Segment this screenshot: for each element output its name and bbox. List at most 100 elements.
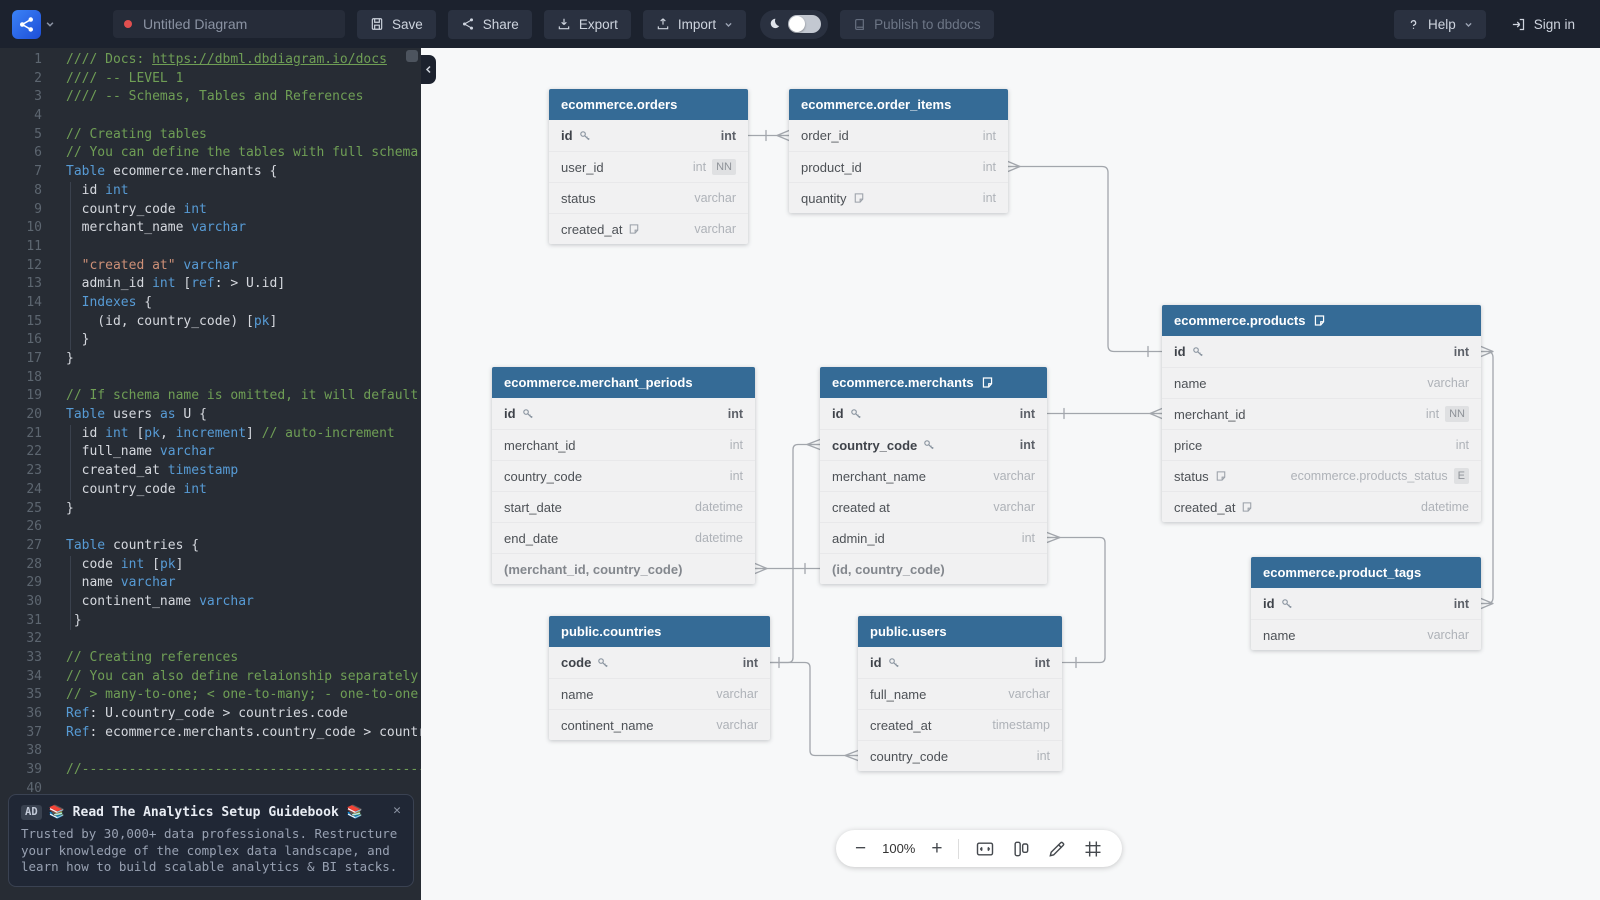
field-row-quantity[interactable]: quantityint xyxy=(789,182,1008,213)
diagram-title-field[interactable] xyxy=(113,10,345,38)
code-line[interactable] xyxy=(66,238,421,257)
zoom-out-button[interactable]: − xyxy=(855,839,866,858)
code-line[interactable]: id int [pk, increment] // auto-increment xyxy=(66,425,421,444)
field-row-start-date[interactable]: start_datedatetime xyxy=(492,491,755,522)
field-row-created-at[interactable]: created_atdatetime xyxy=(1162,491,1481,522)
highlighter-button[interactable] xyxy=(1047,839,1067,859)
code-line[interactable]: Ref: U.country_code > countries.code xyxy=(66,705,421,724)
code-line[interactable] xyxy=(66,369,421,388)
code-line[interactable]: country_code int xyxy=(66,201,421,220)
help-button[interactable]: Help xyxy=(1394,10,1486,39)
code-line[interactable]: //--------------------------------------… xyxy=(66,761,421,780)
table-ecommerce-product-tags[interactable]: ecommerce.product_tagsidintnamevarchar xyxy=(1251,557,1481,650)
table-header[interactable]: ecommerce.merchant_periods xyxy=(492,367,755,398)
code-line[interactable]: merchant_name varchar xyxy=(66,219,421,238)
table-ecommerce-orders[interactable]: ecommerce.ordersidintuser_idintNNstatusv… xyxy=(549,89,748,244)
code-line[interactable]: } xyxy=(66,612,421,631)
table-header[interactable]: ecommerce.product_tags xyxy=(1251,557,1481,588)
fit-to-screen-button[interactable] xyxy=(975,839,995,859)
table-header[interactable]: ecommerce.merchants xyxy=(820,367,1047,398)
field-row-id[interactable]: idint xyxy=(858,647,1062,678)
code-line[interactable]: // If schema name is omitted, it will de… xyxy=(66,387,421,406)
auto-arrange-button[interactable] xyxy=(1011,839,1031,859)
export-button[interactable]: Export xyxy=(544,10,631,39)
field-row-id[interactable]: idint xyxy=(492,398,755,429)
code-line[interactable] xyxy=(66,742,421,761)
code-line[interactable] xyxy=(66,630,421,649)
code-line[interactable]: Ref: ecommerce.merchants.country_code > … xyxy=(66,724,421,743)
dark-mode-toggle[interactable] xyxy=(760,10,828,39)
publish-dbdocs-button[interactable]: Publish to dbdocs xyxy=(840,10,994,39)
logo-dropdown-caret-icon[interactable] xyxy=(45,19,55,29)
code-line[interactable]: id int xyxy=(66,182,421,201)
field-row-merchant-id[interactable]: merchant_idintNN xyxy=(1162,398,1481,429)
field-row--id-country-code-[interactable]: (id, country_code) xyxy=(820,553,1047,584)
field-row-admin-id[interactable]: admin_idint xyxy=(820,522,1047,553)
diagram-canvas[interactable]: ecommerce.ordersidintuser_idintNNstatusv… xyxy=(421,48,1600,900)
table-ecommerce-merchant-periods[interactable]: ecommerce.merchant_periodsidintmerchant_… xyxy=(492,367,755,584)
frame-button[interactable] xyxy=(1083,839,1103,859)
field-row-status[interactable]: statusvarchar xyxy=(549,182,748,213)
code-line[interactable]: // You can also define relaionship separ… xyxy=(66,668,421,687)
ad-close-icon[interactable]: ✕ xyxy=(393,804,401,817)
field-row-id[interactable]: idint xyxy=(549,120,748,151)
field-row-end-date[interactable]: end_datedatetime xyxy=(492,522,755,553)
diagram-title-input[interactable] xyxy=(141,15,334,33)
code-line[interactable] xyxy=(66,107,421,126)
code-line[interactable]: //// -- LEVEL 1 xyxy=(66,70,421,89)
field-row-product-id[interactable]: product_idint xyxy=(789,151,1008,182)
field-row-code[interactable]: codeint xyxy=(549,647,770,678)
code-line[interactable]: // Creating tables xyxy=(66,126,421,145)
code-line[interactable]: admin_id int [ref: > U.id] xyxy=(66,275,421,294)
dbml-code-editor[interactable]: 1234567891011121314151617181920212223242… xyxy=(0,48,421,900)
code-line[interactable]: Table users as U { xyxy=(66,406,421,425)
code-line[interactable]: } xyxy=(66,331,421,350)
field-row-name[interactable]: namevarchar xyxy=(1162,367,1481,398)
ad-banner[interactable]: AD 📚 Read The Analytics Setup Guidebook … xyxy=(8,794,414,887)
save-button[interactable]: Save xyxy=(357,10,436,39)
field-row-user-id[interactable]: user_idintNN xyxy=(549,151,748,182)
code-line[interactable] xyxy=(66,518,421,537)
field-row--merchant-id-country-code-[interactable]: (merchant_id, country_code) xyxy=(492,553,755,584)
editor-collapse-button[interactable] xyxy=(421,55,436,84)
field-row-created-at[interactable]: created atvarchar xyxy=(820,491,1047,522)
code-line[interactable]: Indexes { xyxy=(66,294,421,313)
field-row-order-id[interactable]: order_idint xyxy=(789,120,1008,151)
field-row-created-at[interactable]: created_attimestamp xyxy=(858,709,1062,740)
field-row-merchant-id[interactable]: merchant_idint xyxy=(492,429,755,460)
field-row-id[interactable]: idint xyxy=(1162,336,1481,367)
code-line[interactable]: // > many-to-one; < one-to-many; - one-t… xyxy=(66,686,421,705)
code-line[interactable]: Table ecommerce.merchants { xyxy=(66,163,421,182)
code-line[interactable]: name varchar xyxy=(66,574,421,593)
code-line[interactable]: "created at" varchar xyxy=(66,257,421,276)
code-line[interactable]: // You can define the tables with full s… xyxy=(66,144,421,163)
field-row-full-name[interactable]: full_namevarchar xyxy=(858,678,1062,709)
ad-title[interactable]: 📚 Read The Analytics Setup Guidebook 📚 xyxy=(49,804,363,821)
table-ecommerce-merchants[interactable]: ecommerce.merchantsidintcountry_codeintm… xyxy=(820,367,1047,584)
share-button[interactable]: Share xyxy=(448,10,532,39)
field-row-name[interactable]: namevarchar xyxy=(1251,619,1481,650)
table-ecommerce-products[interactable]: ecommerce.productsidintnamevarcharmercha… xyxy=(1162,305,1481,522)
code-line[interactable]: full_name varchar xyxy=(66,443,421,462)
field-row-country-code[interactable]: country_codeint xyxy=(820,429,1047,460)
field-row-name[interactable]: namevarchar xyxy=(549,678,770,709)
table-ecommerce-order-items[interactable]: ecommerce.order_itemsorder_idintproduct_… xyxy=(789,89,1008,213)
table-header[interactable]: public.countries xyxy=(549,616,770,647)
app-logo[interactable] xyxy=(12,10,41,39)
field-row-continent-name[interactable]: continent_namevarchar xyxy=(549,709,770,740)
code-line[interactable]: } xyxy=(66,500,421,519)
field-row-id[interactable]: idint xyxy=(1251,588,1481,619)
table-public-countries[interactable]: public.countriescodeintnamevarcharcontin… xyxy=(549,616,770,740)
code-line[interactable]: // Creating references xyxy=(66,649,421,668)
field-row-country-code[interactable]: country_codeint xyxy=(858,740,1062,771)
table-public-users[interactable]: public.usersidintfull_namevarcharcreated… xyxy=(858,616,1062,771)
table-header[interactable]: ecommerce.orders xyxy=(549,89,748,120)
code-line[interactable]: } xyxy=(66,350,421,369)
code-line[interactable]: Table countries { xyxy=(66,537,421,556)
toggle-track[interactable] xyxy=(788,15,821,33)
table-header[interactable]: public.users xyxy=(858,616,1062,647)
field-row-status[interactable]: statusecommerce.products_statusE xyxy=(1162,460,1481,491)
editor-scrollbar-thumb[interactable] xyxy=(406,50,418,62)
zoom-in-button[interactable]: + xyxy=(931,839,942,858)
table-header[interactable]: ecommerce.order_items xyxy=(789,89,1008,120)
